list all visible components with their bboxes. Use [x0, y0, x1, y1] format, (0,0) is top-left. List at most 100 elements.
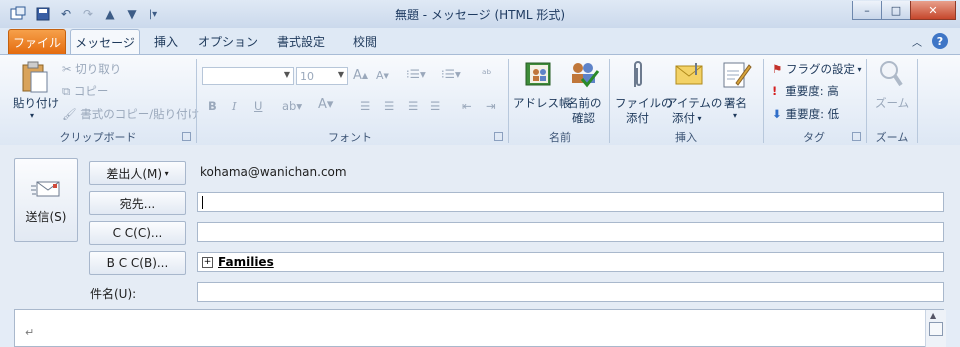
from-value: kohama@wanichan.com [200, 165, 347, 179]
attach-item-label-2: 添付 [672, 111, 695, 125]
underline-icon[interactable]: U [254, 99, 262, 113]
to-button[interactable]: 宛先... [89, 191, 186, 215]
format-painter-label: 書式のコピー/貼り付け [80, 107, 200, 121]
view-ruler-icon[interactable] [929, 322, 943, 336]
flag-icon: ⚑ [772, 62, 786, 76]
high-importance-button[interactable]: ! 重要度: 高 [772, 83, 839, 99]
to-field[interactable] [197, 192, 944, 212]
tab-message[interactable]: メッセージ [70, 29, 140, 55]
check-names-icon[interactable] [568, 59, 600, 92]
align-right-icon[interactable]: ☰ [408, 99, 418, 113]
address-book-button[interactable]: アドレス帳 [513, 95, 571, 111]
justify-icon[interactable]: ☰ [430, 99, 440, 113]
send-label: 送信(S) [25, 210, 67, 224]
low-importance-button[interactable]: ⬇ 重要度: 低 [772, 106, 839, 122]
group-label-names: 名前 [549, 131, 571, 144]
group-label-include: 挿入 [675, 131, 697, 144]
zoom-icon[interactable] [878, 59, 904, 92]
attach-file-button[interactable]: ファイルの [615, 95, 673, 111]
signature-button[interactable]: 署名 [724, 95, 747, 111]
tab-format-text[interactable]: 書式設定 [270, 29, 332, 53]
italic-icon[interactable]: I [232, 99, 237, 113]
text-cursor [202, 195, 203, 209]
message-header: 送信(S) 差出人(M) ▾ kohama@wanichan.com 宛先...… [0, 145, 960, 310]
help-icon[interactable]: ? [930, 29, 950, 53]
attach-item-button[interactable]: アイテムの [666, 95, 722, 111]
tab-options[interactable]: オプション [198, 29, 258, 53]
minimize-button[interactable]: – [852, 1, 882, 20]
align-center-icon[interactable]: ☰ [384, 99, 394, 113]
paste-dropdown-icon[interactable]: ▾ [30, 111, 34, 120]
tab-file[interactable]: ファイル [8, 29, 66, 55]
low-importance-icon: ⬇ [772, 107, 786, 121]
tab-insert[interactable]: 挿入 [146, 29, 186, 53]
tab-review[interactable]: 校閲 [344, 29, 386, 53]
bcc-button[interactable]: B C C(B)... [89, 251, 186, 275]
follow-up-button[interactable]: ⚑ フラグの設定 ▾ [772, 61, 862, 77]
decrease-indent-icon[interactable]: ⇤ [462, 99, 472, 113]
minimize-ribbon-icon[interactable]: ︿ [910, 29, 924, 53]
highlight-icon[interactable]: ab▾ [282, 99, 302, 113]
attach-item-button-line2[interactable]: 添付 ▾ [672, 110, 702, 126]
window-title: 無題 - メッセージ (HTML 形式) [394, 8, 566, 22]
close-button[interactable]: ✕ [910, 1, 956, 20]
check-names-button-line2[interactable]: 確認 [572, 110, 595, 126]
paperclip-icon[interactable] [630, 59, 646, 94]
increase-indent-icon[interactable]: ⇥ [486, 99, 496, 113]
bcc-field[interactable]: + Families [197, 252, 944, 272]
clear-formatting-icon[interactable]: ᵃᵇ [482, 67, 491, 81]
cc-button[interactable]: C C(C)... [89, 221, 186, 245]
format-painter-button[interactable]: 🖌 書式のコピー/貼り付け [62, 106, 199, 122]
cc-field[interactable] [197, 222, 944, 242]
bold-icon[interactable]: B [208, 99, 217, 113]
signature-icon[interactable] [722, 59, 752, 92]
send-button[interactable]: 送信(S) [14, 158, 78, 242]
font-size-value: 10 [300, 69, 314, 83]
scissors-icon: ✂ [62, 62, 76, 76]
check-names-button[interactable]: 名前の [567, 95, 602, 111]
separator [508, 59, 509, 143]
separator [196, 59, 197, 143]
send-icon [31, 179, 61, 202]
maximize-button[interactable]: □ [881, 1, 911, 20]
from-button[interactable]: 差出人(M) ▾ [89, 161, 186, 185]
address-book-icon[interactable] [524, 61, 552, 90]
message-body[interactable]: ↵ [14, 309, 944, 347]
font-size-combo[interactable]: 10 ▼ [296, 67, 348, 85]
attach-file-button-line2[interactable]: 添付 [626, 110, 649, 126]
group-label-zoom: ズーム [875, 131, 909, 144]
subject-field[interactable] [197, 282, 944, 302]
brush-icon: 🖌 [62, 107, 81, 121]
follow-up-label: フラグの設定 [785, 62, 855, 76]
group-label-tags: タグ [803, 131, 825, 144]
bcc-recipient-group[interactable]: Families [218, 255, 274, 269]
clipboard-launcher-icon[interactable] [182, 132, 191, 141]
ribbon: 貼り付け ▾ ✂ 切り取り ⧉ コピー 🖌 書式のコピー/貼り付け クリップボー… [0, 54, 960, 146]
font-name-combo[interactable]: ▼ [202, 67, 294, 85]
font-launcher-icon[interactable] [494, 132, 503, 141]
copy-button[interactable]: ⧉ コピー [62, 83, 108, 99]
title-bar: ↶ ↷ ▲ ▼ |▾ 無題 - メッセージ (HTML 形式) – □ ✕ [0, 0, 960, 28]
ribbon-tabs: ファイル メッセージ 挿入 オプション 書式設定 校閲 ︿ ? [0, 28, 960, 55]
grow-font-icon[interactable]: A ▲ [353, 68, 368, 83]
subject-label: 件名(U): [90, 287, 137, 301]
attach-item-icon[interactable] [674, 63, 704, 90]
shrink-font-icon[interactable]: A ▼ [376, 69, 389, 82]
align-left-icon[interactable]: ☰ [360, 99, 370, 113]
signature-dropdown-icon[interactable]: ▾ [733, 111, 737, 120]
paste-button[interactable]: 貼り付け [13, 95, 59, 111]
group-label-clipboard: クリップボード [59, 131, 137, 144]
cut-button[interactable]: ✂ 切り取り [62, 61, 121, 77]
scroll-up-icon[interactable]: ▲ [930, 311, 936, 320]
paste-icon[interactable] [20, 60, 50, 97]
high-importance-icon: ! [772, 84, 786, 98]
tags-launcher-icon[interactable] [852, 132, 861, 141]
font-color-icon[interactable]: A▾ [318, 97, 333, 112]
svg-text:?: ? [937, 35, 943, 48]
zoom-button[interactable]: ズーム [875, 95, 909, 111]
numbering-icon[interactable]: ⁝☰▾ [441, 67, 461, 81]
bullets-icon[interactable]: ⁝☰▾ [406, 67, 426, 81]
copy-label: コピー [73, 84, 109, 98]
expand-group-icon[interactable]: + [202, 256, 213, 268]
vertical-scrollbar[interactable]: ▲ [925, 310, 946, 347]
